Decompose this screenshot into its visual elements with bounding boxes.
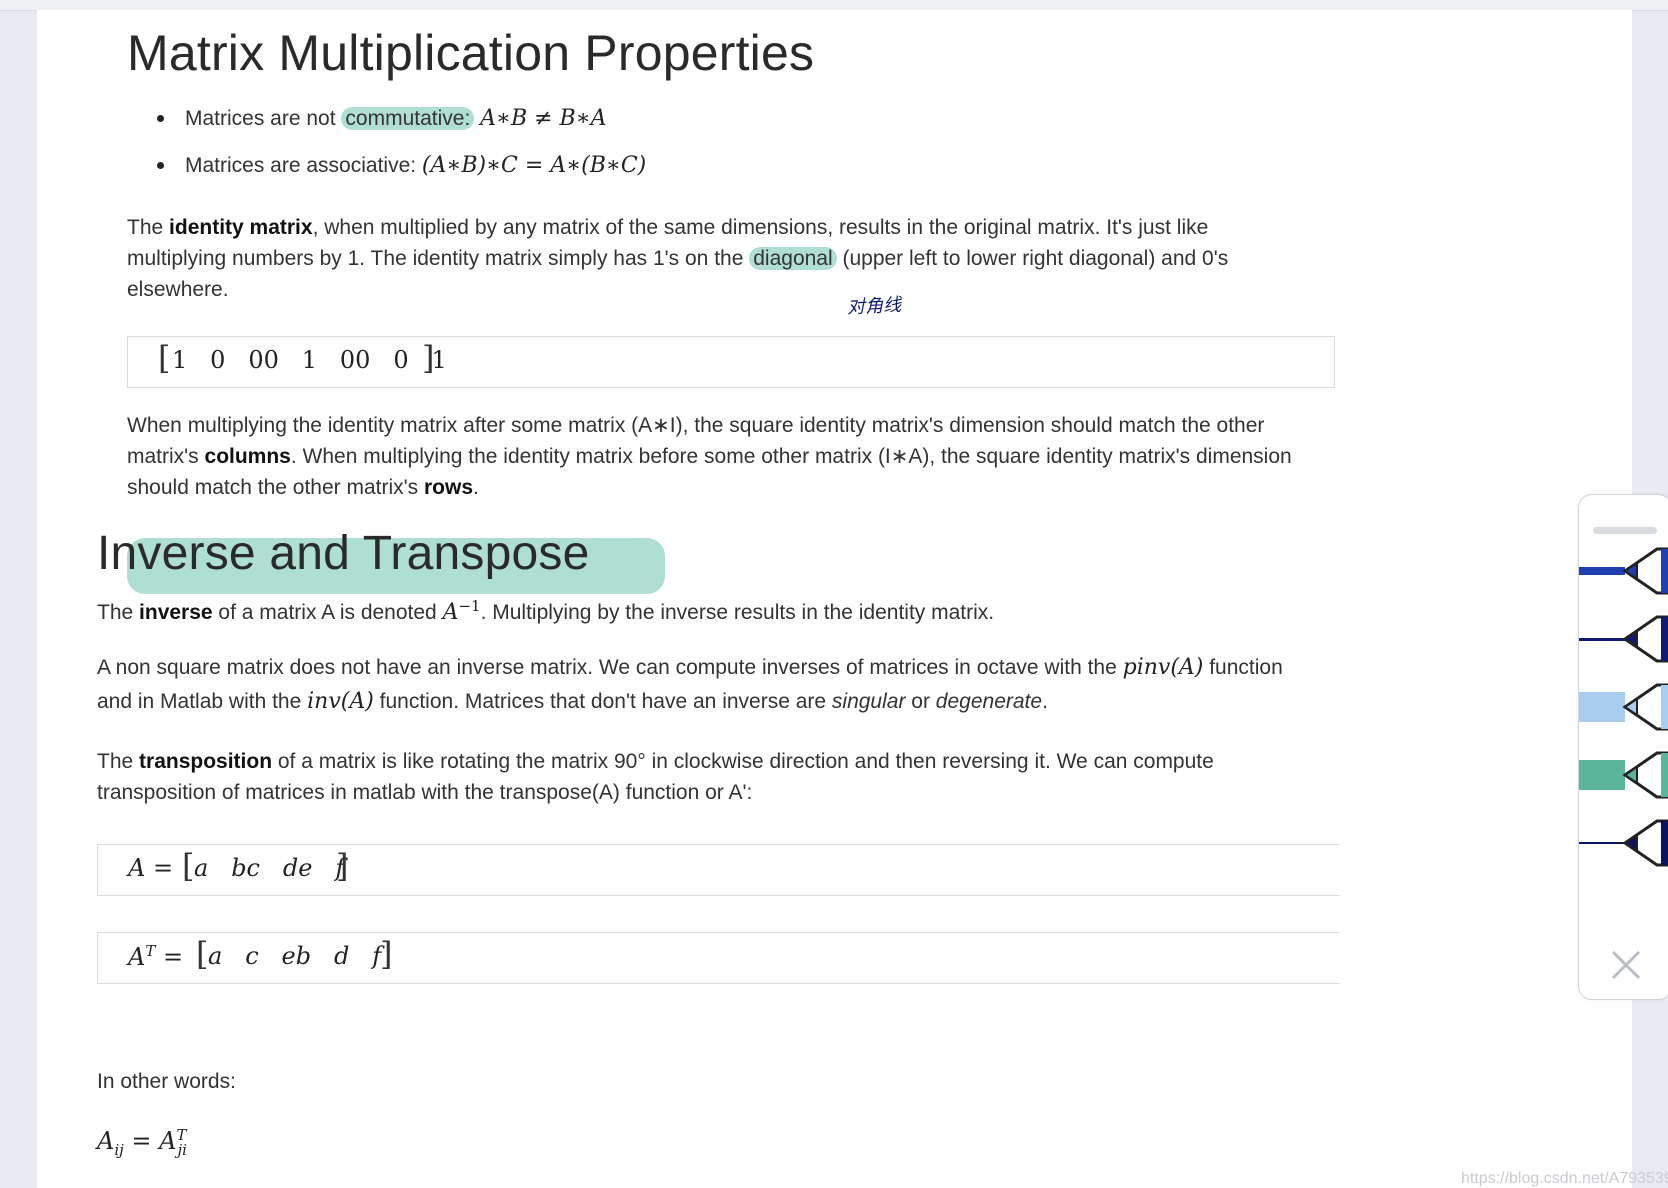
dark-navy-pen-icon xyxy=(1622,819,1668,867)
matrix-A-lhs: A = xyxy=(128,854,174,882)
blue-pen[interactable] xyxy=(1579,543,1668,599)
math-commutative: A∗B ≠ B∗A xyxy=(480,106,607,131)
bullet-text: Matrices are not xyxy=(185,107,342,130)
section-title-inverse-transpose: Inverse and Transpose xyxy=(97,527,590,580)
bold-inverse: inverse xyxy=(139,601,213,624)
bullet-dot xyxy=(157,115,164,122)
right-bracket: ] xyxy=(336,847,349,885)
math-superscript: −1 xyxy=(458,597,481,615)
bullet-commutative: Matrices are not commutative: A∗B ≠ B∗A xyxy=(157,106,607,131)
handwritten-note: 对角线 xyxy=(846,294,902,319)
identity-matrix-values: 1 0 00 1 00 0 1 xyxy=(172,346,447,374)
bullet-dot xyxy=(157,162,164,169)
inverse-paragraph: The inverse of a matrix A is denoted A−1… xyxy=(97,597,995,625)
navy-pen-icon xyxy=(1622,615,1668,663)
math-pinv: pinv(A) xyxy=(1122,655,1204,680)
math-associative: (A∗B)∗C = A∗(B∗C) xyxy=(421,153,647,178)
light-blue-highlighter[interactable] xyxy=(1579,679,1668,735)
bold-identity-matrix: identity matrix xyxy=(169,216,313,239)
math-A: A xyxy=(442,600,459,625)
blue-pen-icon xyxy=(1622,547,1668,595)
dimension-paragraph: When multiplying the identity matrix aft… xyxy=(127,414,1292,499)
right-bracket: ] xyxy=(422,339,435,377)
green-highlighter-icon xyxy=(1622,751,1668,799)
close-icon[interactable] xyxy=(1609,948,1643,982)
identity-paragraph: The identity matrix, when multiplied by … xyxy=(127,216,1229,301)
right-bracket: ] xyxy=(380,935,393,973)
transpose-paragraph: The transposition of a matrix is like ro… xyxy=(97,750,1214,804)
green-highlighter[interactable] xyxy=(1579,747,1668,803)
section-title-matrix-properties: Matrix Multiplication Properties xyxy=(127,25,815,81)
dark-navy-pen[interactable] xyxy=(1579,815,1668,871)
nonsquare-paragraph: A non square matrix does not have an inv… xyxy=(97,655,1283,714)
left-bracket: [ xyxy=(158,339,171,377)
other-words-label: In other words: xyxy=(97,1070,236,1093)
light-blue-highlighter-icon xyxy=(1622,683,1668,731)
highlight-diagonal: diagonal xyxy=(749,247,837,270)
matrix-AT-box: AT = [ a c eb d f ] xyxy=(97,932,1340,984)
pen-toolbar xyxy=(1578,494,1668,1000)
matrix-A-box: A = [ a bc de f ] xyxy=(97,844,1340,896)
drag-handle[interactable] xyxy=(1593,527,1657,534)
math-inv: inv(A) xyxy=(307,689,374,714)
highlight-commutative: commutative: xyxy=(341,107,475,130)
left-bracket: [ xyxy=(196,935,209,973)
bold-columns: columns xyxy=(204,445,291,468)
bold-transposition: transposition xyxy=(139,750,273,773)
bullet-text: Matrices are associative: xyxy=(185,154,422,177)
bold-rows: rows xyxy=(423,476,473,499)
matrix-AT-lhs: AT = xyxy=(128,942,184,971)
transpose-formula: Aij = ATji xyxy=(97,1126,187,1159)
navy-pen[interactable] xyxy=(1579,611,1668,667)
document-page: Matrix Multiplication Properties Matrice… xyxy=(37,10,1668,1188)
left-bracket: [ xyxy=(182,847,195,885)
italic-degenerate: degenerate xyxy=(935,690,1043,713)
italic-singular: singular xyxy=(831,690,906,713)
watermark: https://blog.csdn.net/A793539836 xyxy=(1461,1170,1668,1187)
matrix-AT-values: a c eb d f xyxy=(208,942,382,970)
matrix-A-values: a bc de f xyxy=(194,854,345,882)
bullet-associative: Matrices are associative: (A∗B)∗C = A∗(B… xyxy=(157,153,647,178)
identity-matrix-box: [ 1 0 00 1 00 0 1 ] xyxy=(127,336,1335,388)
close-icon-svg xyxy=(1611,950,1641,980)
